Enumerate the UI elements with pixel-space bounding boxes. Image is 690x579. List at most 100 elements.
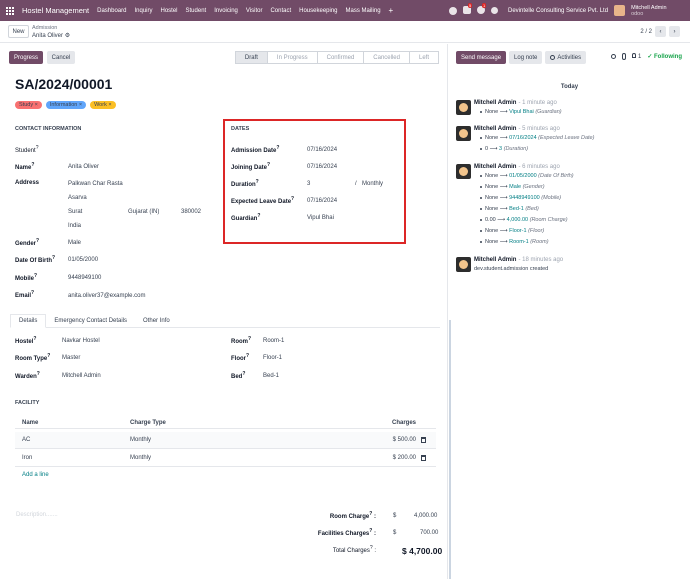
paperclip-icon[interactable] (622, 53, 627, 60)
help-icon[interactable]: ? (37, 371, 40, 377)
tag-work[interactable]: Work × (90, 101, 116, 109)
settings-icon[interactable] (491, 7, 498, 14)
city-field[interactable]: Surat (68, 209, 82, 215)
trash-icon[interactable] (421, 455, 426, 461)
leave-date-field[interactable]: 07/16/2024 (307, 198, 337, 204)
cancel-button[interactable]: Cancel (47, 51, 75, 64)
avatar[interactable] (456, 164, 471, 179)
status-left[interactable]: Left (410, 52, 438, 63)
help-icon[interactable]: ? (34, 273, 37, 279)
room-field[interactable]: Room-1 (263, 338, 284, 344)
table-row[interactable]: AC Monthly $ 500.00 (15, 432, 436, 449)
chat-systray[interactable]: 5 (463, 2, 473, 16)
col-charge-type[interactable]: Charge Type (130, 420, 166, 426)
breadcrumb-parent[interactable]: Admission (32, 25, 57, 31)
help-icon[interactable]: ? (256, 179, 259, 185)
menu-item-inquiry[interactable]: Inquiry (134, 8, 152, 14)
help-icon[interactable]: ? (52, 255, 55, 261)
avatar[interactable] (456, 100, 471, 115)
menu-item-contact[interactable]: Contact (270, 8, 291, 14)
tag-information[interactable]: Information × (45, 101, 87, 109)
table-row[interactable]: Iron Monthly $ 200.00 (15, 450, 436, 467)
avatar[interactable] (614, 5, 626, 16)
help-icon[interactable]: ? (31, 290, 34, 296)
help-icon[interactable]: ? (369, 528, 372, 534)
description-field[interactable]: Description....... (16, 512, 58, 518)
chevron-left-icon[interactable]: ‹ (655, 26, 666, 37)
help-icon[interactable]: ? (267, 162, 270, 168)
following-button[interactable]: ✓ Following (647, 53, 682, 60)
help-icon[interactable]: ? (369, 511, 372, 517)
help-icon[interactable]: ? (257, 213, 260, 219)
menu-item-mass-mailing[interactable]: Mass Mailing (346, 8, 381, 14)
menu-item-hostel[interactable]: Hostel (161, 8, 178, 14)
duration-unit-select[interactable]: Monthly (362, 181, 383, 187)
menu-plus-button[interactable]: + (389, 6, 394, 14)
status-cancelled[interactable]: Cancelled (364, 52, 410, 63)
state-field[interactable]: Gujarat (IN) (128, 209, 159, 215)
menu-item-invoicing[interactable]: Invoicing (214, 8, 238, 14)
warden-field[interactable]: Mitchell Admin (62, 373, 101, 379)
bed-field[interactable]: Bed-1 (263, 373, 279, 379)
message-author[interactable]: Mitchell Admin (474, 257, 516, 263)
activities-button[interactable]: Activities (545, 51, 587, 64)
message-author[interactable]: Mitchell Admin (474, 100, 516, 106)
chevron-right-icon[interactable]: › (669, 26, 680, 37)
zip-field[interactable]: 380002 (181, 209, 201, 215)
new-button[interactable]: New (8, 25, 29, 38)
admission-date-field[interactable]: 07/16/2024 (307, 147, 337, 153)
menu-item-housekeeping[interactable]: Housekeeping (299, 8, 337, 14)
help-icon[interactable]: ? (291, 196, 294, 202)
app-brand[interactable]: Hostel Management (22, 6, 89, 15)
gender-field[interactable]: Male (68, 240, 81, 246)
help-icon[interactable]: ? (276, 145, 279, 151)
activity-systray[interactable]: 1 (477, 2, 487, 16)
floor-field[interactable]: Floor-1 (263, 355, 282, 361)
hostel-field[interactable]: Navkar Hostel (62, 338, 100, 344)
tab-other-info[interactable]: Other Info (135, 314, 178, 327)
duration-field[interactable]: 3 (307, 181, 310, 187)
help-icon[interactable]: ? (47, 353, 50, 359)
menu-item-dashboard[interactable]: Dashboard (97, 8, 126, 14)
gear-icon[interactable]: ⚙ (65, 33, 70, 39)
country-field[interactable]: India (68, 223, 81, 229)
apps-menu-icon[interactable] (6, 6, 16, 15)
name-field[interactable]: Anita Oliver (68, 164, 99, 170)
menu-item-student[interactable]: Student (186, 8, 207, 14)
bug-icon[interactable] (449, 6, 457, 15)
tag-study[interactable]: Study × (15, 101, 42, 109)
add-line-link[interactable]: Add a line (22, 472, 49, 478)
status-in-progress[interactable]: In Progress (268, 52, 318, 63)
col-name[interactable]: Name (22, 420, 38, 426)
status-draft[interactable]: Draft (235, 52, 268, 63)
status-confirmed[interactable]: Confirmed (318, 52, 365, 63)
email-field[interactable]: anita.oliver37@example.com (68, 293, 145, 299)
tab-emergency-contact[interactable]: Emergency Contact Details (46, 314, 135, 327)
tag-remove-icon[interactable]: × (35, 102, 38, 108)
dob-field[interactable]: 01/05/2000 (68, 257, 98, 263)
help-icon[interactable]: ? (370, 545, 373, 551)
street-field[interactable]: Palkwan Char Rasta (68, 181, 123, 187)
tab-details[interactable]: Details (10, 314, 47, 328)
send-message-button[interactable]: Send message (456, 51, 507, 64)
help-icon[interactable]: ? (242, 371, 245, 377)
help-icon[interactable]: ? (33, 336, 36, 342)
user-menu[interactable]: Mitchell Admin odoo (631, 5, 666, 17)
street2-field[interactable]: Asarva (68, 195, 87, 201)
company-switcher[interactable]: Devintelle Consulting Service Pvt. Ltd (508, 8, 608, 14)
log-note-button[interactable]: Log note (509, 51, 543, 64)
help-icon[interactable]: ? (31, 162, 34, 168)
search-icon[interactable] (611, 54, 617, 59)
help-icon[interactable]: ? (248, 336, 251, 342)
message-author[interactable]: Mitchell Admin (474, 126, 516, 132)
col-charges[interactable]: Charges (392, 420, 416, 426)
mobile-field[interactable]: 9448949100 (68, 275, 101, 281)
avatar[interactable] (456, 257, 471, 272)
trash-icon[interactable] (421, 437, 426, 443)
joining-date-field[interactable]: 07/16/2024 (307, 164, 337, 170)
guardian-field[interactable]: Vipul Bhai (307, 215, 334, 221)
room-type-field[interactable]: Master (62, 355, 80, 361)
avatar[interactable] (456, 126, 471, 141)
tag-remove-icon[interactable]: × (108, 102, 111, 108)
menu-item-visitor[interactable]: Visitor (246, 8, 263, 14)
